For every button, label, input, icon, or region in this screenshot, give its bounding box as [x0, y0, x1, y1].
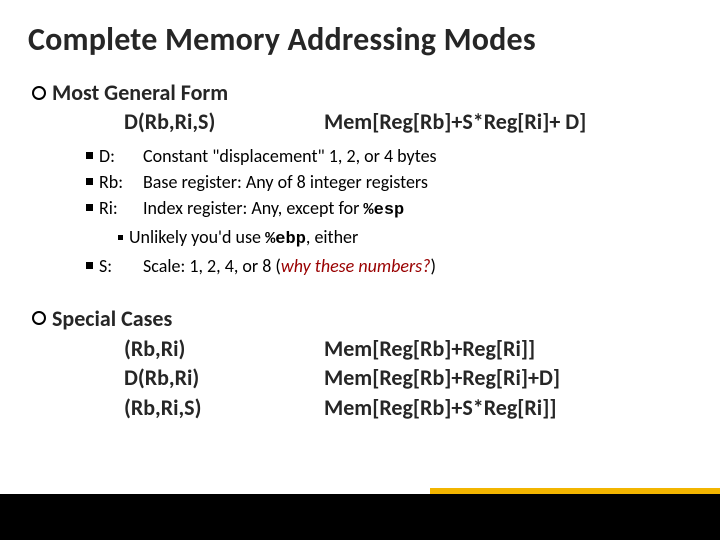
bullet-square-icon — [86, 152, 93, 159]
footer-black-bar — [0, 494, 720, 540]
bullet-square-icon — [86, 204, 93, 211]
def-rb: Rb:Base register: Any of 8 integer regis… — [86, 169, 692, 195]
def-ri-sub: Unlikely you'd use %ebp, either — [118, 224, 692, 253]
slide: Complete Memory Addressing Modes Most Ge… — [0, 0, 720, 540]
bullet-square-icon — [86, 262, 93, 269]
section-special-heading: Special Cases — [32, 305, 692, 332]
def-ri: Ri:Index register: Any, except for %esp — [86, 195, 692, 224]
bullet-square-small-icon — [118, 235, 123, 240]
footer-decoration — [0, 492, 720, 540]
general-form-right: Mem[Reg[Rb]+S*Reg[Ri]+ D] — [324, 108, 586, 135]
slide-title: Complete Memory Addressing Modes — [28, 22, 692, 57]
def-d: D:Constant "displacement" 1, 2, or 4 byt… — [86, 143, 692, 169]
general-form-left: D(Rb,Ri,S) — [124, 108, 324, 135]
def-s: S:Scale: 1, 2, 4, or 8 (why these number… — [86, 253, 692, 279]
special-row: (Rb,Ri) Mem[Reg[Rb]+Reg[Ri]] — [124, 334, 692, 364]
section-special: Special Cases (Rb,Ri) Mem[Reg[Rb]+Reg[Ri… — [28, 305, 692, 423]
bullet-ring-icon — [32, 86, 46, 100]
bullet-square-icon — [86, 178, 93, 185]
definitions-list: D:Constant "displacement" 1, 2, or 4 byt… — [86, 143, 692, 279]
section-general-heading: Most General Form — [32, 79, 692, 106]
bullet-ring-icon — [32, 311, 46, 325]
general-form-row: D(Rb,Ri,S) Mem[Reg[Rb]+S*Reg[Ri]+ D] — [124, 108, 692, 135]
special-row: D(Rb,Ri) Mem[Reg[Rb]+Reg[Ri]+D] — [124, 363, 692, 393]
special-row: (Rb,Ri,S) Mem[Reg[Rb]+S*Reg[Ri]] — [124, 393, 692, 423]
